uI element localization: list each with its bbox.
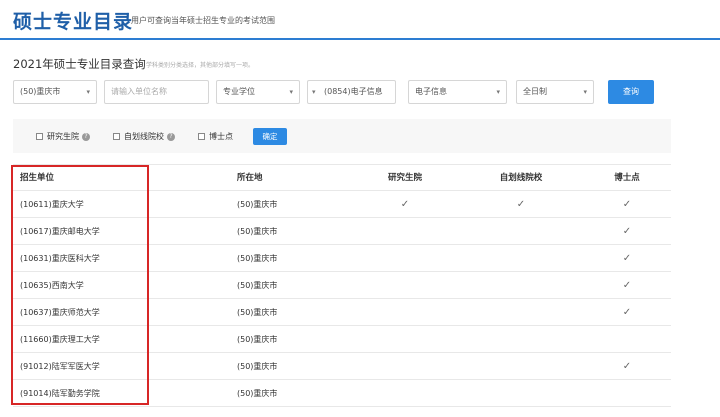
cell-location: (50)重庆市: [237, 281, 278, 290]
query-hint: 学科类别分类选择，其他部分填写一项。: [146, 62, 255, 69]
query-title: 2021年硕士专业目录查询: [13, 57, 146, 71]
cell-location: (50)重庆市: [237, 389, 278, 398]
cell-location: (50)重庆市: [237, 308, 278, 317]
help-icon[interactable]: ?: [167, 132, 175, 141]
page-title: 硕士专业目录: [13, 11, 134, 33]
highlight-box: [11, 165, 149, 405]
chevron-down-icon: ▾: [312, 88, 316, 96]
cell-location: (50)重庆市: [237, 335, 278, 344]
checkbox-icon[interactable]: [36, 133, 43, 140]
degree-type-value: 专业学位: [223, 87, 255, 96]
cell-location: (50)重庆市: [237, 254, 278, 263]
check-icon: ✓: [622, 307, 632, 318]
check-icon: ✓: [400, 199, 410, 210]
check-icon: ✓: [622, 226, 632, 237]
check-icon: ✓: [622, 253, 632, 264]
cell-location: (50)重庆市: [237, 227, 278, 236]
cell-location: (50)重庆市: [237, 200, 278, 209]
check-icon: ✓: [622, 361, 632, 372]
confirm-button[interactable]: 确定: [253, 128, 287, 145]
cell-location: (50)重庆市: [237, 362, 278, 371]
header-location: 所在地: [237, 173, 263, 183]
chevron-down-icon: ▾: [583, 88, 587, 96]
discipline-value: (0854)电子信息: [324, 87, 383, 96]
check-icon: ✓: [622, 199, 632, 210]
discipline-select[interactable]: ▾ (0854)电子信息: [307, 80, 396, 104]
chevron-down-icon: ▾: [289, 88, 293, 96]
help-icon[interactable]: ?: [82, 132, 90, 141]
major-select[interactable]: 电子信息 ▾: [408, 80, 507, 104]
filter-label: 研究生院: [47, 132, 79, 141]
checkbox-icon[interactable]: [113, 133, 120, 140]
filter-bar: [13, 119, 671, 153]
filter-label: 博士点: [209, 132, 233, 141]
unit-name-input[interactable]: 请输入单位名称: [104, 80, 209, 104]
province-select-value: (50)重庆市: [20, 87, 61, 96]
check-icon: ✓: [516, 199, 526, 210]
filter-graduate-school[interactable]: 研究生院?: [36, 131, 90, 143]
checkbox-icon[interactable]: [198, 133, 205, 140]
degree-type-select[interactable]: 专业学位 ▾: [216, 80, 300, 104]
chevron-down-icon: ▾: [496, 88, 500, 96]
study-mode-select[interactable]: 全日制 ▾: [516, 80, 594, 104]
chevron-down-icon: ▾: [86, 88, 90, 96]
filter-doctoral[interactable]: 博士点: [198, 131, 233, 143]
province-select[interactable]: (50)重庆市 ▾: [13, 80, 97, 104]
page-subtitle: 用户可查询当年硕士招生专业的考试范围: [131, 16, 275, 25]
page-header: 硕士专业目录 用户可查询当年硕士招生专业的考试范围: [0, 0, 720, 40]
unit-name-placeholder: 请输入单位名称: [111, 87, 167, 96]
major-value: 电子信息: [415, 87, 447, 96]
study-mode-value: 全日制: [523, 87, 547, 96]
filter-label: 自划线院校: [124, 132, 164, 141]
check-icon: ✓: [622, 280, 632, 291]
filter-self-line[interactable]: 自划线院校?: [113, 131, 175, 143]
search-button[interactable]: 查询: [608, 80, 654, 104]
